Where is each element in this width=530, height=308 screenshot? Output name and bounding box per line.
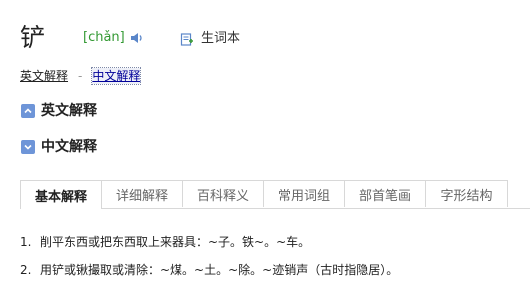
vocab-book-button[interactable]: 生词本: [180, 30, 240, 48]
speaker-icon[interactable]: [130, 31, 144, 45]
definition-item: 1. 削平东西或把东西取上来器具：~子。铁~。~车。: [20, 232, 398, 260]
collapse-icon: [21, 140, 35, 154]
link-separator: -: [78, 69, 83, 83]
pinyin: [chǎn]: [83, 30, 125, 45]
definition-number: 1.: [20, 235, 32, 249]
definition-item: 2. 用铲或锹撮取或清除：~煤。~土。~除。~迹销声（古时指隐居）。: [20, 260, 398, 288]
vocab-book-label: 生词本: [201, 31, 241, 46]
tab-detailed[interactable]: 详细解释: [101, 180, 183, 207]
tab-glyph-structure[interactable]: 字形结构: [425, 180, 508, 207]
tab-phrases[interactable]: 常用词组: [263, 180, 345, 207]
quick-links: 英文解释 - 中文解释: [20, 67, 142, 85]
tab-encyclopedia[interactable]: 百科释义: [182, 180, 264, 207]
definition-text: 削平东西或把东西取上来器具：~子。铁~。~车。: [40, 235, 311, 249]
headword: 铲: [20, 23, 46, 52]
definition-text: 用铲或锹撮取或清除：~煤。~土。~除。~迹销声（古时指隐居）。: [40, 263, 399, 277]
expand-icon: [21, 104, 35, 118]
section-english-header[interactable]: 英文解释: [21, 101, 97, 121]
definition-list: 1. 削平东西或把东西取上来器具：~子。铁~。~车。 2. 用铲或锹撮取或清除：…: [20, 232, 398, 288]
explanation-tabs: 基本解释 详细解释 百科释义 常用词组 部首笔画 字形结构: [20, 180, 530, 209]
section-chinese-title: 中文解释: [41, 139, 97, 155]
headword-row: 铲: [20, 20, 45, 56]
section-chinese-header[interactable]: 中文解释: [21, 137, 97, 157]
tab-basic[interactable]: 基本解释: [20, 180, 102, 209]
vocab-book-icon: [180, 33, 193, 46]
link-english-explanation[interactable]: 英文解释: [20, 68, 68, 84]
definition-number: 2.: [20, 263, 32, 277]
link-chinese-explanation[interactable]: 中文解释: [91, 67, 142, 85]
section-english-title: 英文解释: [41, 103, 97, 119]
tab-radical-strokes[interactable]: 部首笔画: [344, 180, 426, 207]
